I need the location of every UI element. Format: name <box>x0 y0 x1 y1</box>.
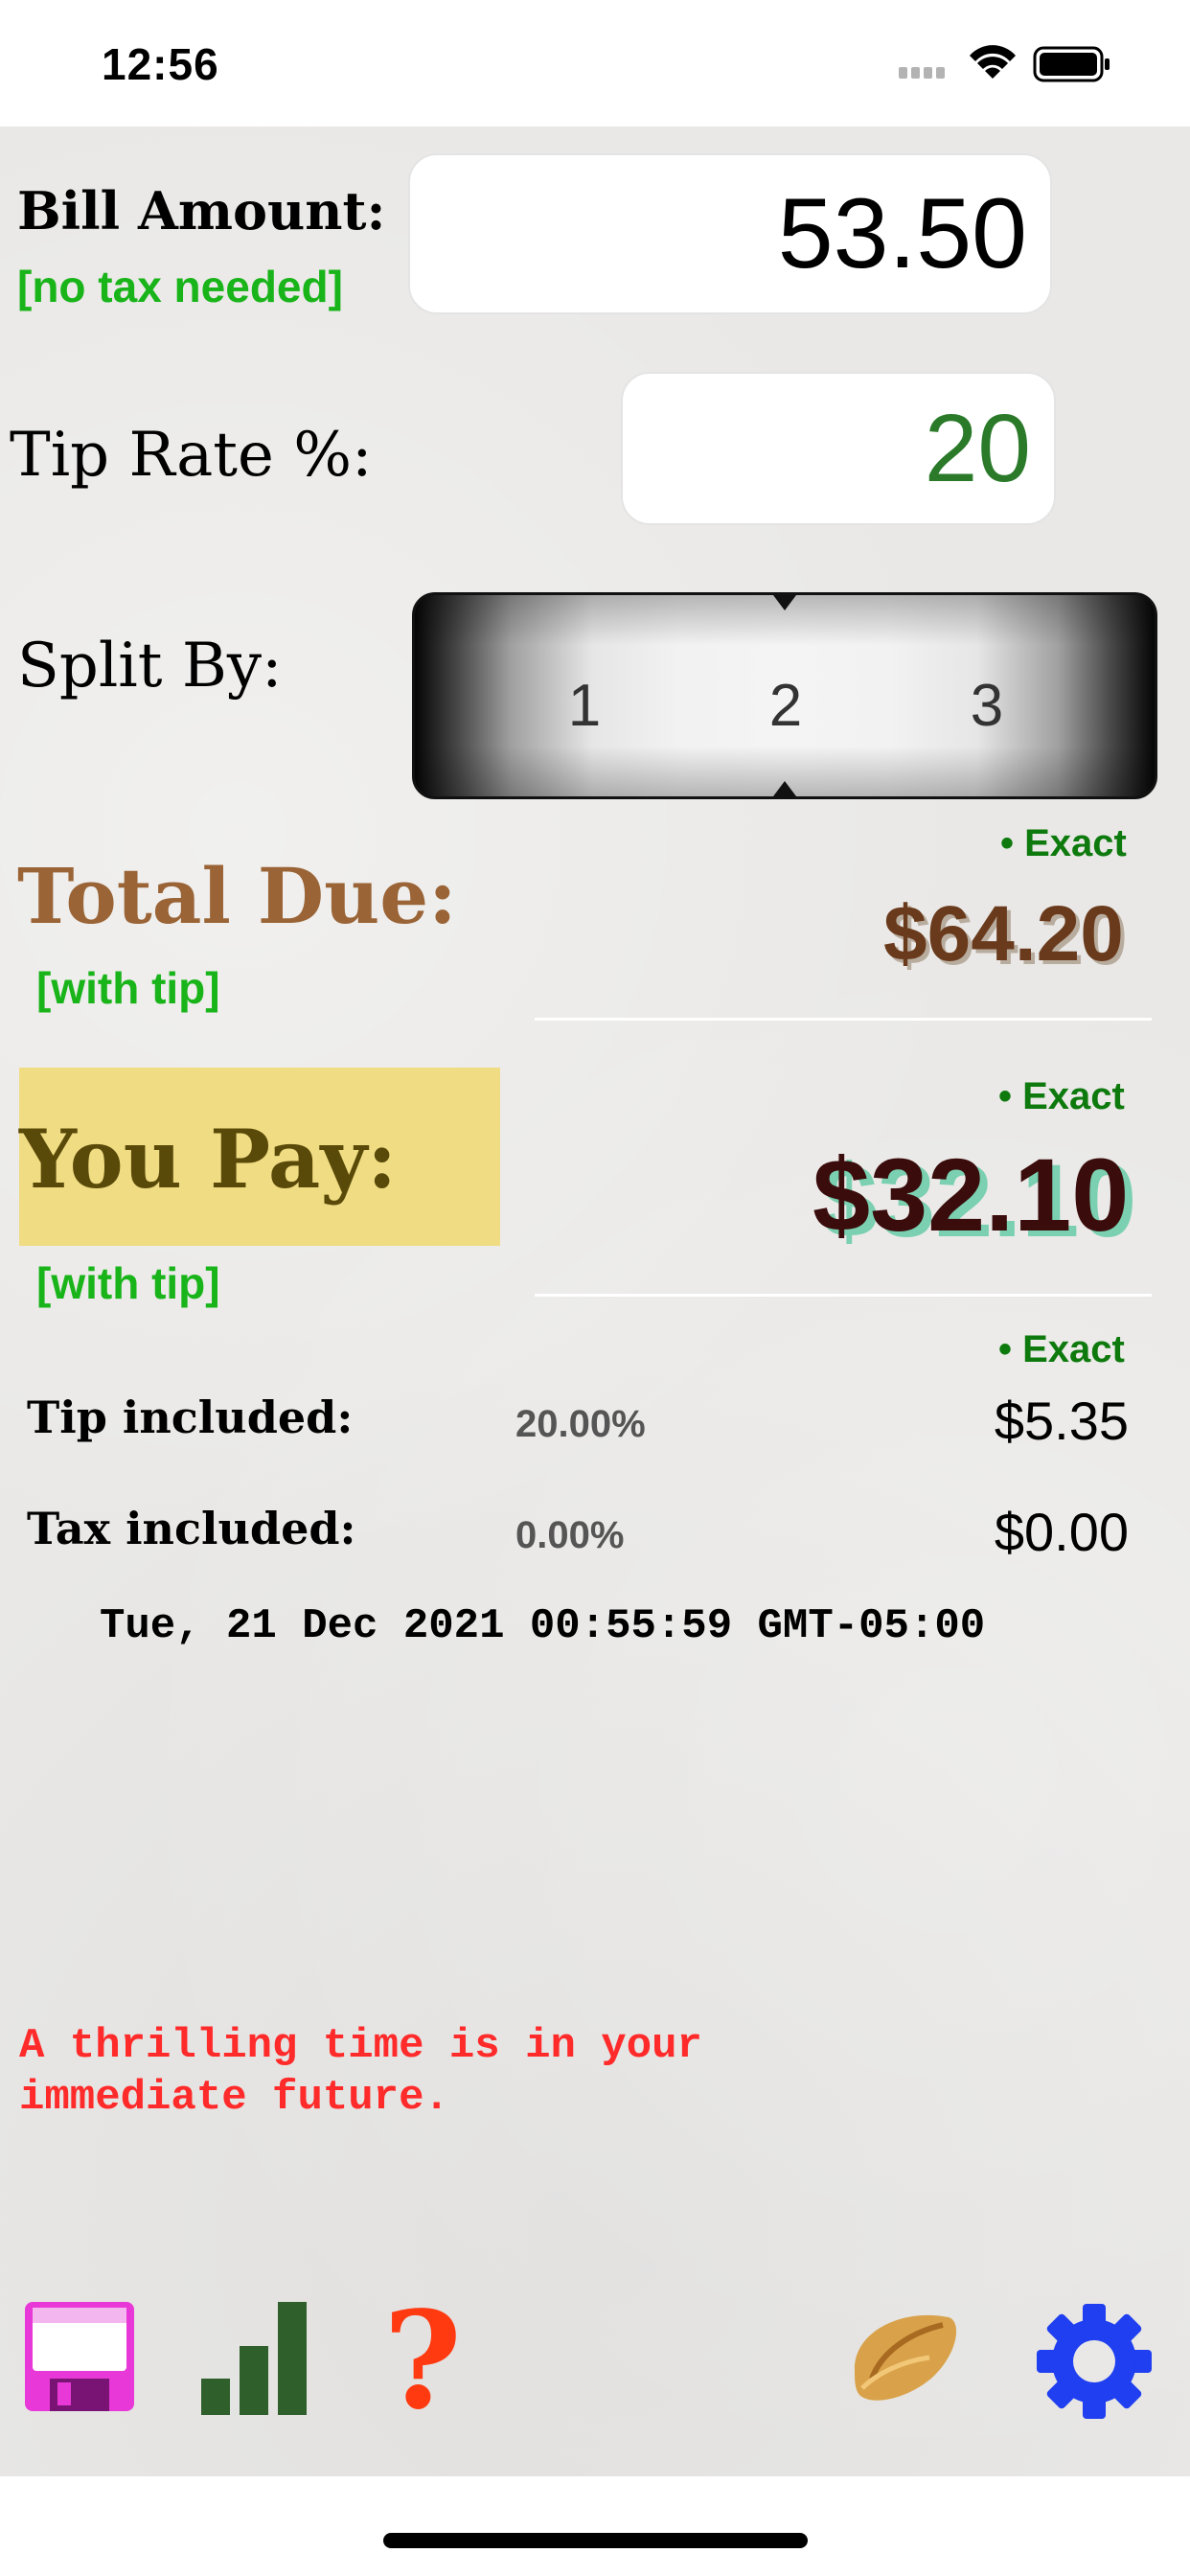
wifi-icon <box>970 45 1016 79</box>
tip-included-percent: 20.00% <box>515 1403 646 1445</box>
cellular-signal-icon <box>899 67 945 79</box>
you-pay-note: [with tip] <box>36 1258 220 1308</box>
total-due-exact-indicator: • Exact <box>1000 822 1127 864</box>
tax-included-label: Tax included: <box>27 1503 356 1554</box>
battery-icon <box>1033 46 1110 82</box>
status-icons <box>881 42 1131 90</box>
total-due-amount: $64.20 <box>883 890 1124 978</box>
picker-bottom-pointer-icon <box>773 781 796 796</box>
tip-rate-value: 20 <box>924 394 1031 502</box>
save-button[interactable] <box>23 2300 136 2418</box>
bar-chart-icon <box>201 2302 307 2415</box>
settings-button[interactable] <box>1035 2302 1154 2426</box>
help-button[interactable]: ? <box>376 2283 469 2440</box>
bill-amount-value: 53.50 <box>777 177 1027 289</box>
floppy-disk-icon <box>25 2302 134 2411</box>
tax-included-amount: $0.00 <box>994 1502 1129 1562</box>
home-area <box>0 2476 1190 2576</box>
split-by-label: Split By: <box>17 631 283 702</box>
total-due-note: [with tip] <box>36 963 220 1013</box>
tip-included-label: Tip included: <box>27 1392 354 1443</box>
question-mark-icon: ? <box>383 2283 462 2440</box>
bill-amount-field[interactable]: 53.50 <box>408 153 1052 314</box>
you-pay-label: You Pay: <box>19 1112 398 1207</box>
picker-top-pointer-icon <box>773 595 796 610</box>
fortune-line-1: A thrilling time is in your <box>19 2022 702 2070</box>
fortune-line-2: immediate future. <box>19 2074 449 2122</box>
home-indicator[interactable] <box>383 2533 808 2548</box>
bill-amount-label: Bill Amount: <box>17 180 386 242</box>
fortune-message: A thrilling time is in your immediate fu… <box>19 2020 702 2124</box>
breakdown-exact-indicator: • Exact <box>998 1328 1125 1370</box>
tip-included-amount: $5.35 <box>994 1391 1129 1451</box>
total-due-label: Total Due: <box>17 851 457 941</box>
stats-button[interactable] <box>199 2300 310 2422</box>
fortune-cookie-icon <box>854 2314 957 2401</box>
divider-you-pay <box>535 1294 1152 1297</box>
split-picker[interactable]: 1 2 3 <box>412 592 1157 799</box>
you-pay-amount: $32.10 <box>812 1137 1130 1253</box>
gear-icon <box>1037 2304 1152 2419</box>
split-option-3[interactable]: 3 <box>929 672 1044 740</box>
status-bar: 12:56 <box>0 0 1190 126</box>
tip-rate-label: Tip Rate %: <box>10 420 373 491</box>
status-time: 12:56 <box>102 39 219 89</box>
you-pay-exact-indicator: • Exact <box>998 1075 1125 1117</box>
tax-included-percent: 0.00% <box>515 1514 625 1556</box>
tip-rate-field[interactable]: 20 <box>621 372 1056 525</box>
svg-text:?: ? <box>383 2300 462 2415</box>
no-tax-note: [no tax needed] <box>17 262 343 311</box>
split-option-1[interactable]: 1 <box>527 672 642 740</box>
divider-total <box>535 1018 1152 1021</box>
split-option-2[interactable]: 2 <box>728 672 843 740</box>
fortune-button[interactable] <box>843 2304 964 2416</box>
timestamp: Tue, 21 Dec 2021 00:55:59 GMT-05:00 <box>100 1602 986 1650</box>
